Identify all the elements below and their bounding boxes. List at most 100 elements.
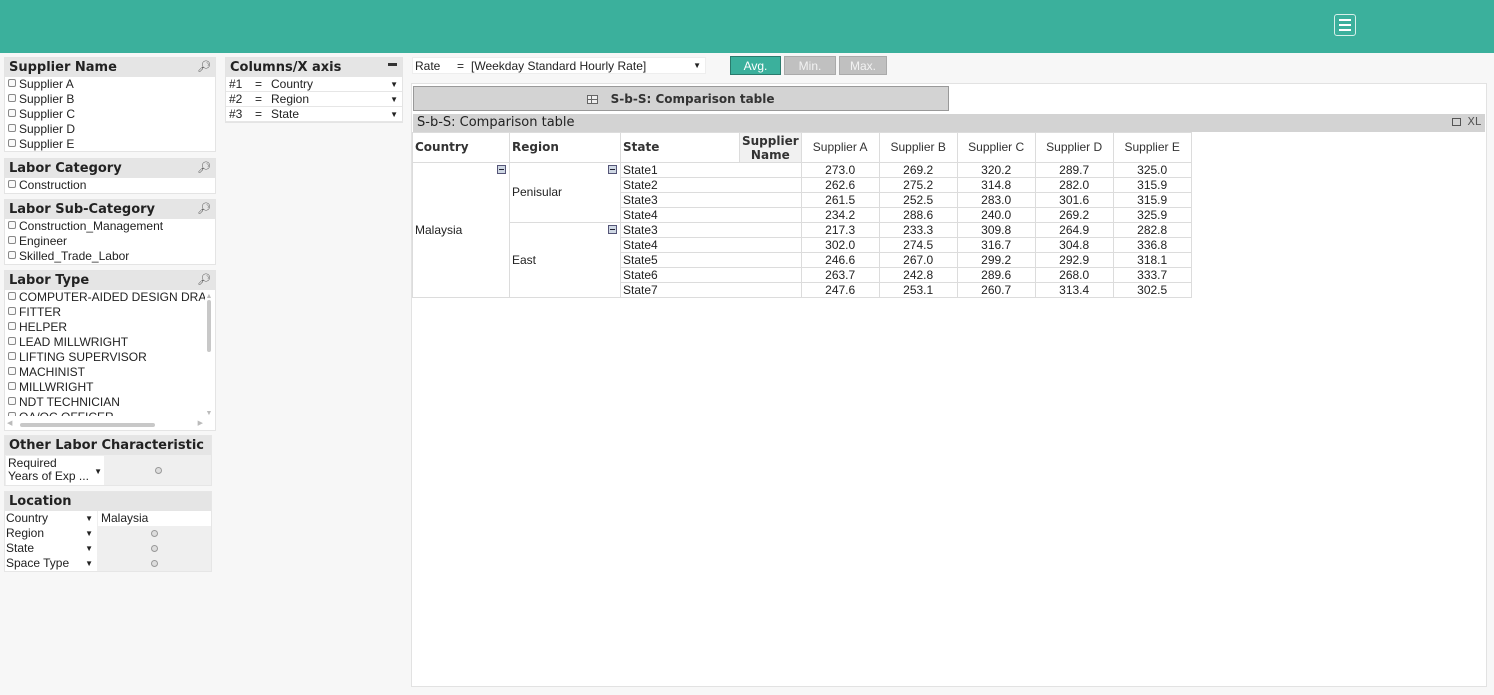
- list-item[interactable]: COMPUTER-AIDED DESIGN DRA: [5, 290, 205, 305]
- header-supplier-c[interactable]: Supplier C: [956, 132, 1036, 163]
- avg-button[interactable]: Avg.: [730, 56, 781, 75]
- export-xl-icon[interactable]: XL: [1467, 115, 1481, 128]
- dropdown-caret-icon[interactable]: ▼: [85, 556, 93, 571]
- search-icon[interactable]: 🔎︎: [197, 273, 211, 286]
- minimize-icon[interactable]: [388, 63, 397, 66]
- max-button[interactable]: Max.: [839, 56, 887, 75]
- header-supplier-e[interactable]: Supplier E: [1112, 132, 1192, 163]
- list-item[interactable]: Supplier C: [5, 107, 215, 122]
- hamburger-menu-icon[interactable]: [1334, 14, 1356, 36]
- checkbox-icon[interactable]: [8, 94, 16, 102]
- location-field-dropdown[interactable]: Space Type ▼: [5, 556, 97, 571]
- collapse-icon[interactable]: [608, 165, 617, 174]
- checkbox-icon[interactable]: [8, 337, 16, 345]
- checkbox-icon[interactable]: [8, 180, 16, 188]
- checkbox-icon[interactable]: [8, 367, 16, 375]
- horizontal-scrollbar[interactable]: ◀ ▶: [7, 419, 203, 429]
- list-item[interactable]: QA/QC OFFICER: [5, 410, 205, 416]
- list-item[interactable]: Supplier A: [5, 77, 215, 92]
- location-field-value[interactable]: [98, 541, 211, 556]
- scroll-thumb[interactable]: [20, 423, 155, 427]
- checkbox-icon[interactable]: [8, 307, 16, 315]
- comparison-table-button[interactable]: S-b-S: Comparison table: [413, 86, 949, 111]
- header-supplier-d[interactable]: Supplier D: [1034, 132, 1114, 163]
- header-region[interactable]: Region: [509, 132, 621, 163]
- search-icon[interactable]: 🔎︎: [197, 161, 211, 174]
- dropdown-caret-icon[interactable]: ▼: [94, 465, 102, 478]
- state-cell[interactable]: State3: [620, 192, 802, 208]
- list-item[interactable]: Engineer: [5, 234, 215, 249]
- header-state[interactable]: State: [620, 132, 740, 163]
- checkbox-icon[interactable]: [8, 251, 16, 259]
- state-cell[interactable]: State6: [620, 267, 802, 283]
- checkbox-icon[interactable]: [8, 397, 16, 405]
- state-cell[interactable]: State5: [620, 252, 802, 268]
- checkbox-icon[interactable]: [8, 412, 16, 416]
- checkbox-icon[interactable]: [8, 221, 16, 229]
- location-field-dropdown[interactable]: State ▼: [5, 541, 97, 556]
- list-item[interactable]: NDT TECHNICIAN: [5, 395, 205, 410]
- list-item[interactable]: Skilled_Trade_Labor: [5, 249, 215, 264]
- scroll-right-arrow-icon[interactable]: ▶: [198, 419, 203, 427]
- column-axis-dropdown[interactable]: #3 = State ▼: [226, 107, 402, 122]
- min-button[interactable]: Min.: [784, 56, 836, 75]
- checkbox-icon[interactable]: [8, 236, 16, 244]
- scroll-up-arrow-icon[interactable]: ▲: [205, 293, 213, 300]
- dropdown-caret-icon[interactable]: ▼: [693, 58, 701, 74]
- list-item[interactable]: MACHINIST: [5, 365, 205, 380]
- location-field-value[interactable]: [98, 556, 211, 571]
- header-country[interactable]: Country: [412, 132, 510, 163]
- state-cell[interactable]: State4: [620, 237, 802, 253]
- header-supplier-a[interactable]: Supplier A: [800, 132, 880, 163]
- list-item[interactable]: LEAD MILLWRIGHT: [5, 335, 205, 350]
- search-icon[interactable]: 🔎︎: [197, 202, 211, 215]
- location-field-dropdown[interactable]: Country ▼: [5, 511, 97, 526]
- checkbox-icon[interactable]: [8, 292, 16, 300]
- region-cell[interactable]: East: [509, 222, 621, 298]
- dropdown-caret-icon[interactable]: ▼: [390, 92, 398, 107]
- state-cell[interactable]: State2: [620, 177, 802, 193]
- dropdown-caret-icon[interactable]: ▼: [85, 511, 93, 526]
- header-supplier-b[interactable]: Supplier B: [878, 132, 958, 163]
- location-field-dropdown[interactable]: Region ▼: [5, 526, 97, 541]
- dropdown-caret-icon[interactable]: ▼: [85, 526, 93, 541]
- checkbox-icon[interactable]: [8, 382, 16, 390]
- checkbox-icon[interactable]: [8, 139, 16, 147]
- list-item[interactable]: Construction: [5, 178, 215, 193]
- state-cell[interactable]: State1: [620, 162, 802, 178]
- state-cell[interactable]: State4: [620, 207, 802, 223]
- dropdown-caret-icon[interactable]: ▼: [85, 541, 93, 556]
- collapse-icon[interactable]: [497, 165, 506, 174]
- checkbox-icon[interactable]: [8, 109, 16, 117]
- years-of-experience-value[interactable]: [106, 456, 210, 485]
- list-item[interactable]: Construction_Management: [5, 219, 215, 234]
- checkbox-icon[interactable]: [8, 352, 16, 360]
- scroll-down-arrow-icon[interactable]: ▼: [205, 410, 213, 417]
- dropdown-caret-icon[interactable]: ▼: [390, 107, 398, 122]
- collapse-icon[interactable]: [608, 225, 617, 234]
- header-supplier-name[interactable]: Supplier Name: [739, 132, 802, 163]
- vertical-scrollbar[interactable]: ▲ ▼: [205, 293, 213, 417]
- scroll-left-arrow-icon[interactable]: ◀: [7, 419, 12, 427]
- rate-dropdown[interactable]: Rate = [Weekday Standard Hourly Rate] ▼: [412, 57, 706, 74]
- column-axis-dropdown[interactable]: #1 = Country ▼: [226, 77, 402, 92]
- list-item[interactable]: FITTER: [5, 305, 205, 320]
- checkbox-icon[interactable]: [8, 322, 16, 330]
- checkbox-icon[interactable]: [8, 124, 16, 132]
- dropdown-caret-icon[interactable]: ▼: [390, 77, 398, 92]
- region-cell[interactable]: Penisular: [509, 162, 621, 223]
- list-item[interactable]: Supplier D: [5, 122, 215, 137]
- print-icon[interactable]: [1451, 118, 1461, 126]
- scroll-thumb[interactable]: [207, 300, 211, 352]
- list-item[interactable]: MILLWRIGHT: [5, 380, 205, 395]
- list-item[interactable]: LIFTING SUPERVISOR: [5, 350, 205, 365]
- location-field-value[interactable]: Malaysia: [98, 511, 211, 526]
- state-cell[interactable]: State3: [620, 222, 802, 238]
- search-icon[interactable]: 🔎︎: [197, 60, 211, 73]
- country-cell[interactable]: Malaysia: [412, 162, 510, 298]
- years-of-experience-field[interactable]: Required Years of Exp ... ▼: [6, 456, 104, 485]
- list-item[interactable]: Supplier B: [5, 92, 215, 107]
- list-item[interactable]: Supplier E: [5, 137, 215, 152]
- column-axis-dropdown[interactable]: #2 = Region ▼: [226, 92, 402, 107]
- list-item[interactable]: HELPER: [5, 320, 205, 335]
